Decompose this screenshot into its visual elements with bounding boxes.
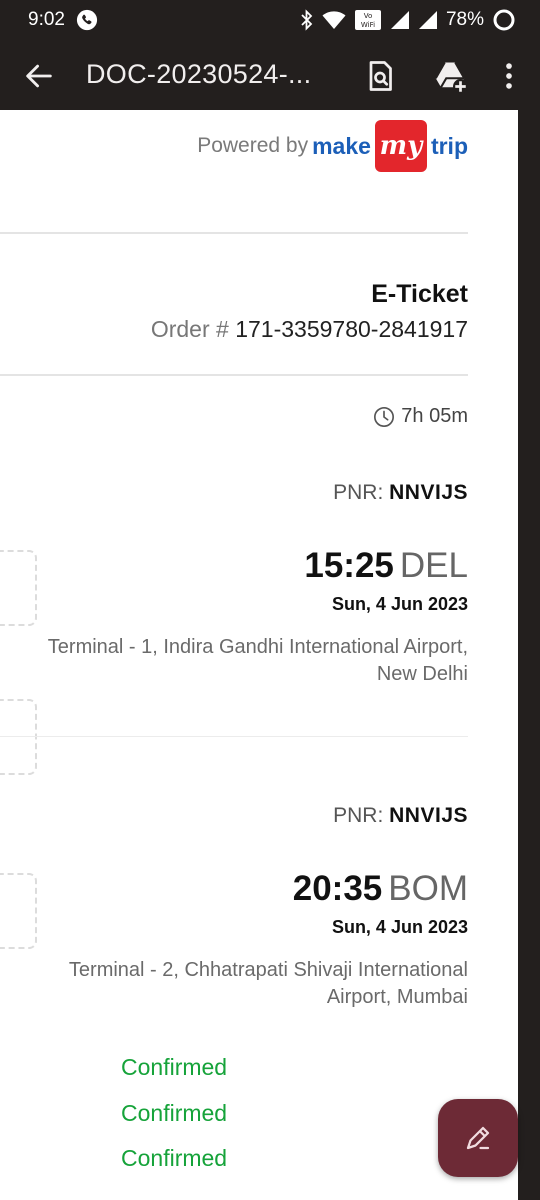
booking-status: Confirmed [121,1145,228,1171]
signal-icon [390,11,409,29]
placeholder-box [0,699,37,775]
powered-by-text: Powered by [197,134,309,157]
order-value: 171-3359780-2841917 [235,316,468,342]
status-bar: 9:02 Vo WiFi 78% [0,0,540,40]
add-to-drive-icon[interactable] [432,58,468,94]
departure-date: Sun, 4 Jun 2023 [331,594,468,614]
powered-by-branding: Powered by make my trip [197,120,468,172]
document-title: DOC-20230524-... [86,59,312,89]
pnr-row: PNR: NNVIJS [333,481,468,505]
status-icons: Vo WiFi 78% [300,7,516,33]
bluetooth-icon [301,9,313,31]
edit-fab-button[interactable] [438,1099,518,1177]
departure-time: 15:25 [304,546,394,585]
booking-status: Confirmed [121,1054,228,1080]
order-label: Order # [150,316,229,342]
arrival-airport-code: BOM [388,869,468,908]
wifi-icon [322,11,346,29]
status-time: 9:02 [28,9,65,30]
divider [0,736,468,737]
order-number: Order # 171-3359780-2841917 [151,316,468,343]
divider [0,374,468,376]
more-options-icon[interactable] [492,58,526,94]
document-page[interactable]: Powered by make my trip E-Ticket Order #… [0,110,518,1200]
arrival-date: Sun, 4 Jun 2023 [331,917,468,937]
svg-text:WiFi: WiFi [361,21,375,29]
clock-icon [374,406,395,427]
placeholder-box [0,550,37,626]
pnr-value: NNVIJS [389,804,468,827]
scrollbar-track[interactable] [518,110,540,1200]
pnr-label: PNR: [333,481,384,504]
brand-trip: trip [430,132,468,159]
battery-percent: 78% [445,9,484,30]
pnr-row: PNR: NNVIJS [333,804,468,828]
duration-text: 7h 05m [401,405,468,427]
flight-duration: 7h 05m [373,405,468,428]
departure-terminal: Terminal - 1, Indira Gandhi Internationa… [47,636,468,685]
departure-airport-code: DEL [399,546,468,585]
signal-icon-2 [418,11,437,29]
placeholder-box [0,873,37,949]
arrival-time: 20:35 [292,869,383,908]
pnr-label: PNR: [333,804,384,827]
departure-time-row: 15:25 DEL [304,546,468,586]
find-in-page-icon[interactable] [362,58,398,94]
eticket-title: E-Ticket [371,280,468,308]
arrival-terminal: Terminal - 2, Chhatrapati Shivaji Intern… [68,959,468,1008]
divider [0,232,468,234]
booking-status: Confirmed [121,1100,228,1126]
phone-icon [76,9,98,31]
app-bar: DOC-20230524-... [0,40,540,110]
arrival-time-row: 20:35 BOM [293,869,468,909]
vowifi-icon: Vo WiFi [354,10,381,30]
battery-saver-icon [493,9,515,31]
back-arrow-icon[interactable] [22,59,56,93]
brand-make: make [312,132,371,159]
pnr-value: NNVIJS [389,481,468,504]
svg-text:Vo: Vo [364,12,373,20]
annotate-pen-icon [466,1126,490,1150]
brand-my-logo: my [374,120,427,172]
